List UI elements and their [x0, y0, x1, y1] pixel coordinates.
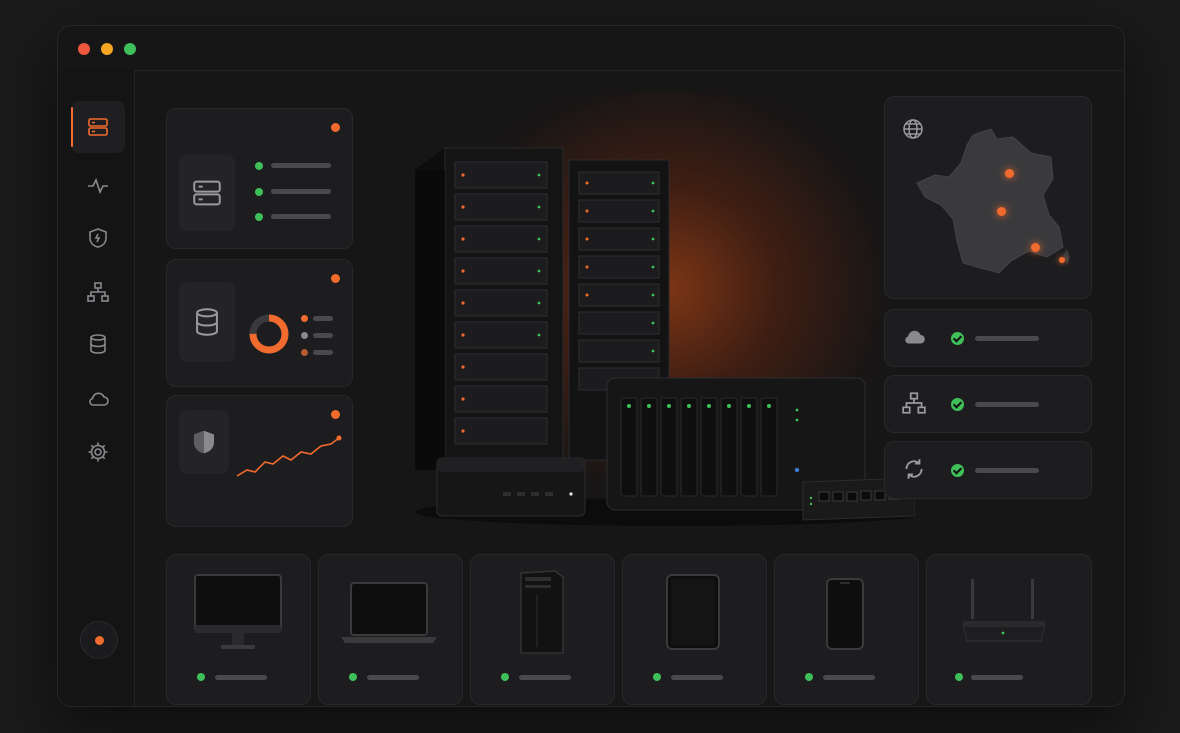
status-line [271, 163, 331, 168]
database-icon [90, 334, 106, 354]
legend-line [313, 316, 333, 321]
trend-line-chart [236, 435, 342, 477]
status-dot [255, 188, 263, 196]
cloud-icon [89, 392, 109, 406]
status-dot [349, 673, 357, 681]
shield-icon [194, 430, 214, 454]
sidebar [58, 70, 135, 706]
sidebar-item-activity[interactable] [71, 160, 125, 212]
device-card-tower-pc[interactable] [470, 554, 615, 705]
check-icon [951, 332, 964, 345]
tablet-icon [666, 574, 720, 650]
shield-icon [89, 228, 107, 248]
shield-tile [179, 410, 229, 474]
status-dot [955, 673, 963, 681]
gear-icon [88, 442, 108, 462]
server-icon [193, 180, 221, 206]
tower-pc-icon [520, 570, 564, 654]
status-dot [805, 673, 813, 681]
alert-dot [331, 274, 340, 283]
map-marker [1005, 169, 1014, 178]
status-line [271, 214, 331, 219]
device-card-phone[interactable] [774, 554, 919, 705]
legend-dot [301, 332, 308, 339]
location-map-card[interactable] [884, 96, 1092, 299]
database-widget[interactable] [166, 259, 353, 387]
status-dot [653, 673, 661, 681]
device-card-monitor[interactable] [166, 554, 311, 705]
status-line [975, 402, 1039, 407]
hardware-illustration [415, 147, 915, 526]
alert-dot [331, 123, 340, 132]
cloud-status-card[interactable] [884, 309, 1092, 367]
check-icon [951, 398, 964, 411]
alert-dot [331, 410, 340, 419]
status-line [367, 675, 419, 680]
sidebar-item-network[interactable] [71, 266, 125, 318]
servers-widget[interactable] [166, 108, 353, 249]
france-map [916, 128, 1070, 274]
sync-icon [905, 459, 923, 479]
security-widget[interactable] [166, 395, 353, 527]
app-window [57, 25, 1125, 707]
network-status-card[interactable] [884, 375, 1092, 433]
device-card-tablet[interactable] [622, 554, 767, 705]
laptop-icon [341, 582, 437, 643]
status-line [975, 336, 1039, 341]
sidebar-item-servers[interactable] [71, 101, 125, 153]
donut-chart [249, 314, 289, 354]
status-line [671, 675, 723, 680]
status-line [519, 675, 571, 680]
mini-pc-icon [436, 457, 586, 517]
legend-line [313, 333, 333, 338]
device-card-router[interactable] [926, 554, 1092, 705]
legend-dot [301, 349, 308, 356]
phone-icon [826, 578, 864, 650]
status-line [975, 468, 1039, 473]
sidebar-item-security[interactable] [71, 212, 125, 264]
title-bar [58, 26, 1124, 71]
database-tile [179, 282, 235, 362]
status-line [215, 675, 267, 680]
status-line [823, 675, 875, 680]
network-icon [87, 282, 109, 302]
router-icon [962, 579, 1046, 642]
database-icon [196, 308, 218, 336]
monitor-icon [194, 574, 282, 649]
sync-status-card[interactable] [884, 441, 1092, 499]
server-icon [88, 118, 108, 136]
map-marker [997, 207, 1006, 216]
alert-dot [94, 635, 104, 645]
map-marker [1059, 257, 1065, 263]
legend-line [313, 350, 333, 355]
status-dot [197, 673, 205, 681]
cloud-icon [905, 330, 925, 344]
device-card-laptop[interactable] [318, 554, 463, 705]
minimize-button[interactable] [101, 43, 113, 55]
sidebar-item-cloud[interactable] [71, 373, 125, 425]
sidebar-item-database[interactable] [71, 318, 125, 370]
dashboard [135, 70, 1124, 706]
status-dot [255, 162, 263, 170]
map-marker [1031, 243, 1040, 252]
status-dot [255, 213, 263, 221]
close-button[interactable] [78, 43, 90, 55]
activity-icon [88, 177, 108, 195]
status-indicator-button[interactable] [80, 621, 118, 659]
sidebar-item-settings[interactable] [71, 426, 125, 478]
legend-dot [301, 315, 308, 322]
check-icon [951, 464, 964, 477]
status-dot [501, 673, 509, 681]
server-rack-icon [415, 147, 564, 471]
status-line [971, 675, 1023, 680]
maximize-button[interactable] [124, 43, 136, 55]
status-line [271, 189, 331, 194]
network-icon [902, 392, 926, 414]
server-tile [179, 155, 235, 231]
